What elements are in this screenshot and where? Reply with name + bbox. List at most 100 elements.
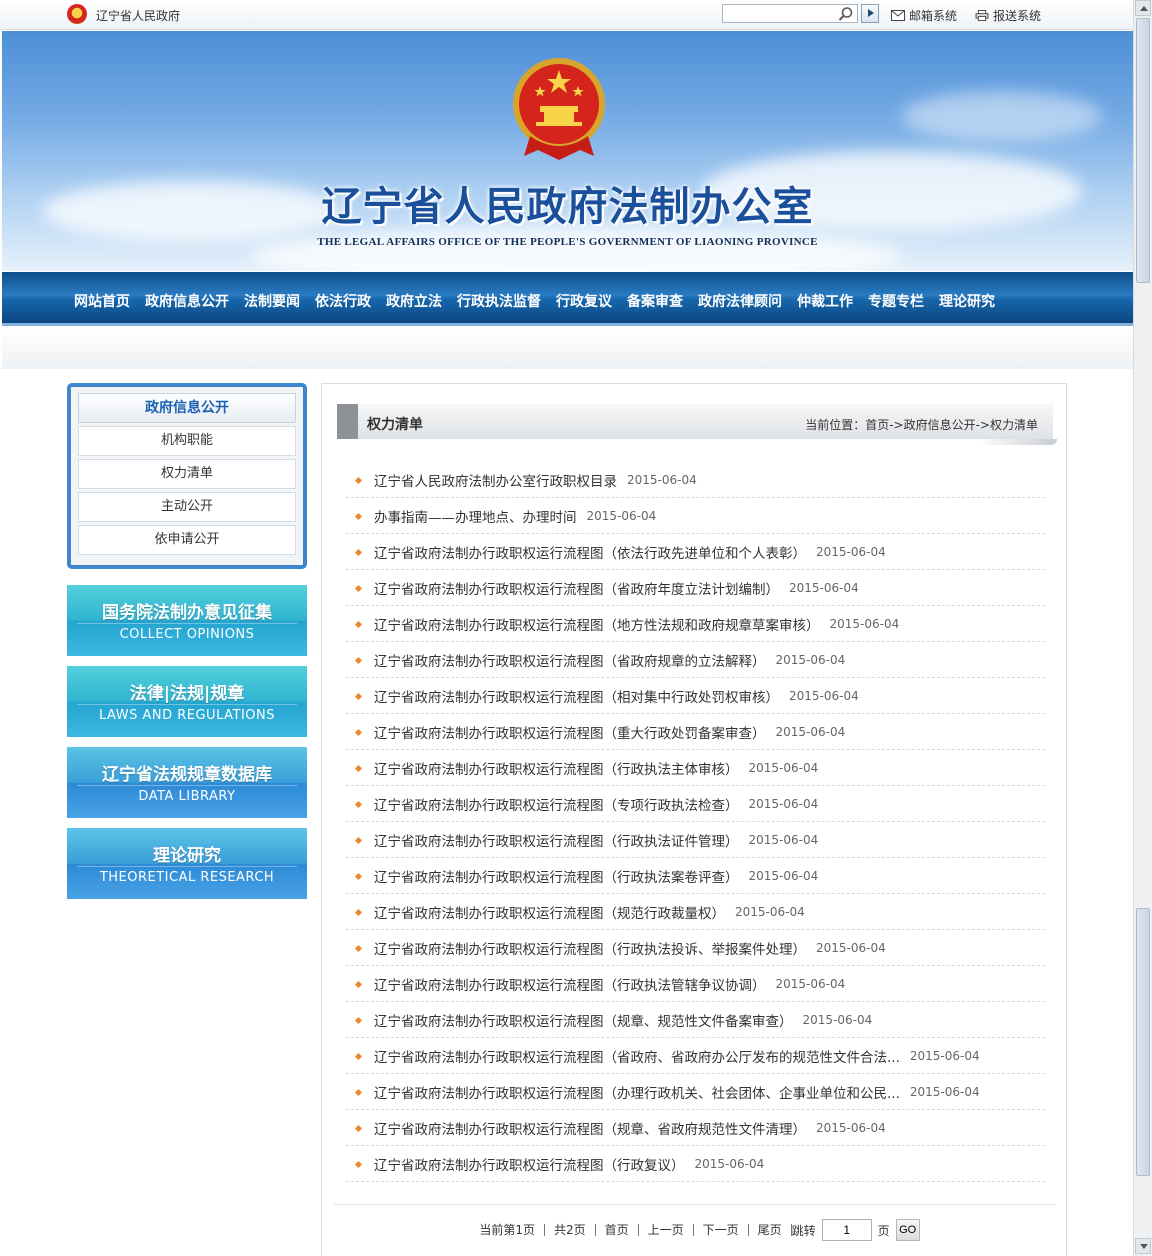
article-item[interactable]: 辽宁省政府法制办行政职权运行流程图（省政府规章的立法解释） 2015-06-04 <box>346 642 1045 678</box>
mail-system-link[interactable]: 邮箱系统 <box>891 7 957 24</box>
sidebar-item-org-functions[interactable]: 机构职能 <box>78 426 296 456</box>
article-item[interactable]: 辽宁省政府法制办行政职权运行流程图（依法行政先进单位和个人表彰） 2015-06-… <box>346 534 1045 570</box>
mail-system-label: 邮箱系统 <box>909 9 958 23</box>
article-date: 2015-06-04 <box>775 724 846 739</box>
scroll-down-button[interactable] <box>1135 1238 1151 1254</box>
nav-item-enforcement-supervision[interactable]: 行政执法监督 <box>457 291 541 311</box>
nav-item-law-based-admin[interactable]: 依法行政 <box>315 291 371 311</box>
page-scrollbar[interactable] <box>1133 0 1152 1256</box>
site-home-link[interactable]: 辽宁省人民政府 <box>96 7 180 24</box>
search-submit-button[interactable] <box>861 4 879 23</box>
article-item[interactable]: 辽宁省人民政府法制办公室行政职权目录 2015-06-04 <box>346 462 1045 498</box>
sub-band <box>2 329 1133 369</box>
article-date: 2015-06-04 <box>789 688 859 703</box>
promo-data-library[interactable]: 辽宁省法规规章数据库 DATA LIBRARY <box>67 747 307 818</box>
promo-subtitle: THEORETICAL RESEARCH <box>99 870 275 885</box>
national-emblem-icon <box>67 4 87 24</box>
article-title[interactable]: 辽宁省政府法制办行政职权运行流程图（行政执法主体审核） <box>374 758 739 778</box>
submit-system-link[interactable]: 报送系统 <box>975 7 1041 24</box>
article-title[interactable]: 辽宁省政府法制办行政职权运行流程图（地方性法规和政府规章草案审核） <box>374 614 820 634</box>
article-title[interactable]: 辽宁省政府法制办行政职权运行流程图（规范行政裁量权） <box>374 902 725 922</box>
article-title[interactable]: 辽宁省政府法制办行政职权运行流程图（规章、规范性文件备案审查） <box>374 1010 793 1030</box>
article-title[interactable]: 辽宁省政府法制办行政职权运行流程图（省政府、省政府办公厅发布的规范性文件合法..… <box>374 1046 900 1066</box>
nav-item-special-topics[interactable]: 专题专栏 <box>868 291 924 311</box>
nav-item-legislation[interactable]: 政府立法 <box>386 291 442 311</box>
article-item[interactable]: 辽宁省政府法制办行政职权运行流程图（行政执法证件管理） 2015-06-04 <box>346 822 1045 858</box>
pager-prev-link[interactable]: 上一页 <box>639 1224 694 1236</box>
article-item[interactable]: 辽宁省政府法制办行政职权运行流程图（地方性法规和政府规章草案审核） 2015-06… <box>346 606 1045 642</box>
nav-item-arbitration[interactable]: 仲裁工作 <box>797 291 853 311</box>
article-item[interactable]: 辽宁省政府法制办行政职权运行流程图（行政复议） 2015-06-04 <box>346 1146 1045 1182</box>
sidebar-item-power-list[interactable]: 权力清单 <box>78 459 296 489</box>
main-nav: 网站首页 政府信息公开 法制要闻 依法行政 政府立法 行政执法监督 行政复议 备… <box>2 272 1133 326</box>
article-title[interactable]: 辽宁省政府法制办行政职权运行流程图（依法行政先进单位和个人表彰） <box>374 542 806 562</box>
article-title[interactable]: 辽宁省政府法制办行政职权运行流程图（行政复议） <box>374 1154 685 1174</box>
article-title[interactable]: 辽宁省政府法制办行政职权运行流程图（相对集中行政处罚权审核） <box>374 686 779 706</box>
article-date: 2015-06-04 <box>748 832 819 847</box>
article-title[interactable]: 辽宁省政府法制办行政职权运行流程图（省政府规章的立法解释） <box>374 650 766 670</box>
main-nav-list: 网站首页 政府信息公开 法制要闻 依法行政 政府立法 行政执法监督 行政复议 备… <box>74 291 1010 311</box>
pager-next-link[interactable]: 下一页 <box>694 1224 749 1236</box>
pager-last-link[interactable]: 尾页 <box>749 1224 792 1236</box>
sidebar-heading[interactable]: 政府信息公开 <box>78 393 296 423</box>
pager-total-pages: 共2页 <box>545 1224 596 1236</box>
article-title[interactable]: 辽宁省人民政府法制办公室行政职权目录 <box>374 470 617 490</box>
article-item[interactable]: 辽宁省政府法制办行政职权运行流程图（规章、规范性文件备案审查） 2015-06-0… <box>346 1002 1045 1038</box>
article-title[interactable]: 辽宁省政府法制办行政职权运行流程图（办理行政机关、社会团体、企事业单位和公民..… <box>374 1082 900 1102</box>
pager-jump-label: 跳转 <box>791 1223 816 1238</box>
nav-item-legal-news[interactable]: 法制要闻 <box>244 291 300 311</box>
nav-item-gov-info[interactable]: 政府信息公开 <box>145 291 229 311</box>
pager-go-button[interactable]: GO <box>895 1219 920 1241</box>
article-title[interactable]: 辽宁省政府法制办行政职权运行流程图（行政执法管辖争议协调） <box>374 974 766 994</box>
article-date: 2015-06-04 <box>627 472 697 487</box>
pager-divider <box>334 1204 1056 1205</box>
promo-subtitle: DATA LIBRARY <box>138 789 236 804</box>
search-input[interactable] <box>723 5 833 22</box>
article-title[interactable]: 辽宁省政府法制办行政职权运行流程图（重大行政处罚备案审查） <box>374 722 766 742</box>
article-item[interactable]: 辽宁省政府法制办行政职权运行流程图（规范行政裁量权） 2015-06-04 <box>346 894 1045 930</box>
article-item[interactable]: 辽宁省政府法制办行政职权运行流程图（相对集中行政处罚权审核） 2015-06-04 <box>346 678 1045 714</box>
article-title[interactable]: 辽宁省政府法制办行政职权运行流程图（专项行政执法检查） <box>374 794 739 814</box>
search-icon[interactable] <box>838 6 854 22</box>
nav-item-theory-research[interactable]: 理论研究 <box>939 291 995 311</box>
scroll-up-button[interactable] <box>1135 0 1151 16</box>
printer-icon <box>975 10 989 21</box>
breadcrumb: 当前位置：首页->政府信息公开->权力清单 <box>805 418 1038 432</box>
pager-current-page: 当前第1页 <box>470 1224 545 1236</box>
article-item[interactable]: 辽宁省政府法制办行政职权运行流程图（省政府年度立法计划编制） 2015-06-04 <box>346 570 1045 606</box>
article-item[interactable]: 辽宁省政府法制办行政职权运行流程图（规章、省政府规范性文件清理） 2015-06-… <box>346 1110 1045 1146</box>
article-title[interactable]: 辽宁省政府法制办行政职权运行流程图（行政执法证件管理） <box>374 830 739 850</box>
article-title[interactable]: 辽宁省政府法制办行政职权运行流程图（省政府年度立法计划编制） <box>374 578 779 598</box>
article-item[interactable]: 辽宁省政府法制办行政职权运行流程图（行政执法管辖争议协调） 2015-06-04 <box>346 966 1045 1002</box>
nav-item-admin-review[interactable]: 行政复议 <box>556 291 612 311</box>
scroll-thumb-secondary[interactable] <box>1136 908 1150 1176</box>
submit-system-label: 报送系统 <box>993 9 1042 23</box>
article-title[interactable]: 辽宁省政府法制办行政职权运行流程图（行政执法案卷评查） <box>374 866 739 886</box>
article-item[interactable]: 辽宁省政府法制办行政职权运行流程图（办理行政机关、社会团体、企事业单位和公民..… <box>346 1074 1045 1110</box>
article-item[interactable]: 辽宁省政府法制办行政职权运行流程图（专项行政执法检查） 2015-06-04 <box>346 786 1045 822</box>
nav-item-home[interactable]: 网站首页 <box>74 291 130 311</box>
article-item[interactable]: 辽宁省政府法制办行政职权运行流程图（重大行政处罚备案审查） 2015-06-04 <box>346 714 1045 750</box>
promo-collect-opinions[interactable]: 国务院法制办意见征集 COLLECT OPINIONS <box>67 585 307 656</box>
sidebar-item-proactive-disclosure[interactable]: 主动公开 <box>78 492 296 522</box>
article-date: 2015-06-04 <box>748 796 819 811</box>
nav-item-legal-advisor[interactable]: 政府法律顾问 <box>698 291 782 311</box>
article-item[interactable]: 辽宁省政府法制办行政职权运行流程图（行政执法投诉、举报案件处理） 2015-06-… <box>346 930 1045 966</box>
pager-first-link[interactable]: 首页 <box>596 1224 639 1236</box>
promo-laws-regulations[interactable]: 法律|法规|规章 LAWS AND REGULATIONS <box>67 666 307 737</box>
article-item[interactable]: 辽宁省政府法制办行政职权运行流程图（行政执法案卷评查） 2015-06-04 <box>346 858 1045 894</box>
article-item[interactable]: 辽宁省政府法制办行政职权运行流程图（行政执法主体审核） 2015-06-04 <box>346 750 1045 786</box>
promo-theoretical-research[interactable]: 理论研究 THEORETICAL RESEARCH <box>67 828 307 899</box>
article-item[interactable]: 办事指南——办理地点、办理时间 2015-06-04 <box>346 498 1045 534</box>
article-title[interactable]: 办事指南——办理地点、办理时间 <box>374 506 577 526</box>
nav-item-filing-review[interactable]: 备案审查 <box>627 291 683 311</box>
article-item[interactable]: 辽宁省政府法制办行政职权运行流程图（省政府、省政府办公厅发布的规范性文件合法..… <box>346 1038 1045 1074</box>
article-date: 2015-06-04 <box>829 616 900 631</box>
article-title[interactable]: 辽宁省政府法制办行政职权运行流程图（行政执法投诉、举报案件处理） <box>374 938 806 958</box>
article-title[interactable]: 辽宁省政府法制办行政职权运行流程图（规章、省政府规范性文件清理） <box>374 1118 806 1138</box>
article-date: 2015-06-04 <box>816 940 886 955</box>
article-date: 2015-06-04 <box>694 1156 765 1171</box>
sidebar-item-disclosure-on-request[interactable]: 依申请公开 <box>78 525 296 555</box>
scroll-thumb[interactable] <box>1136 18 1150 283</box>
pager-page-input[interactable] <box>821 1219 872 1241</box>
